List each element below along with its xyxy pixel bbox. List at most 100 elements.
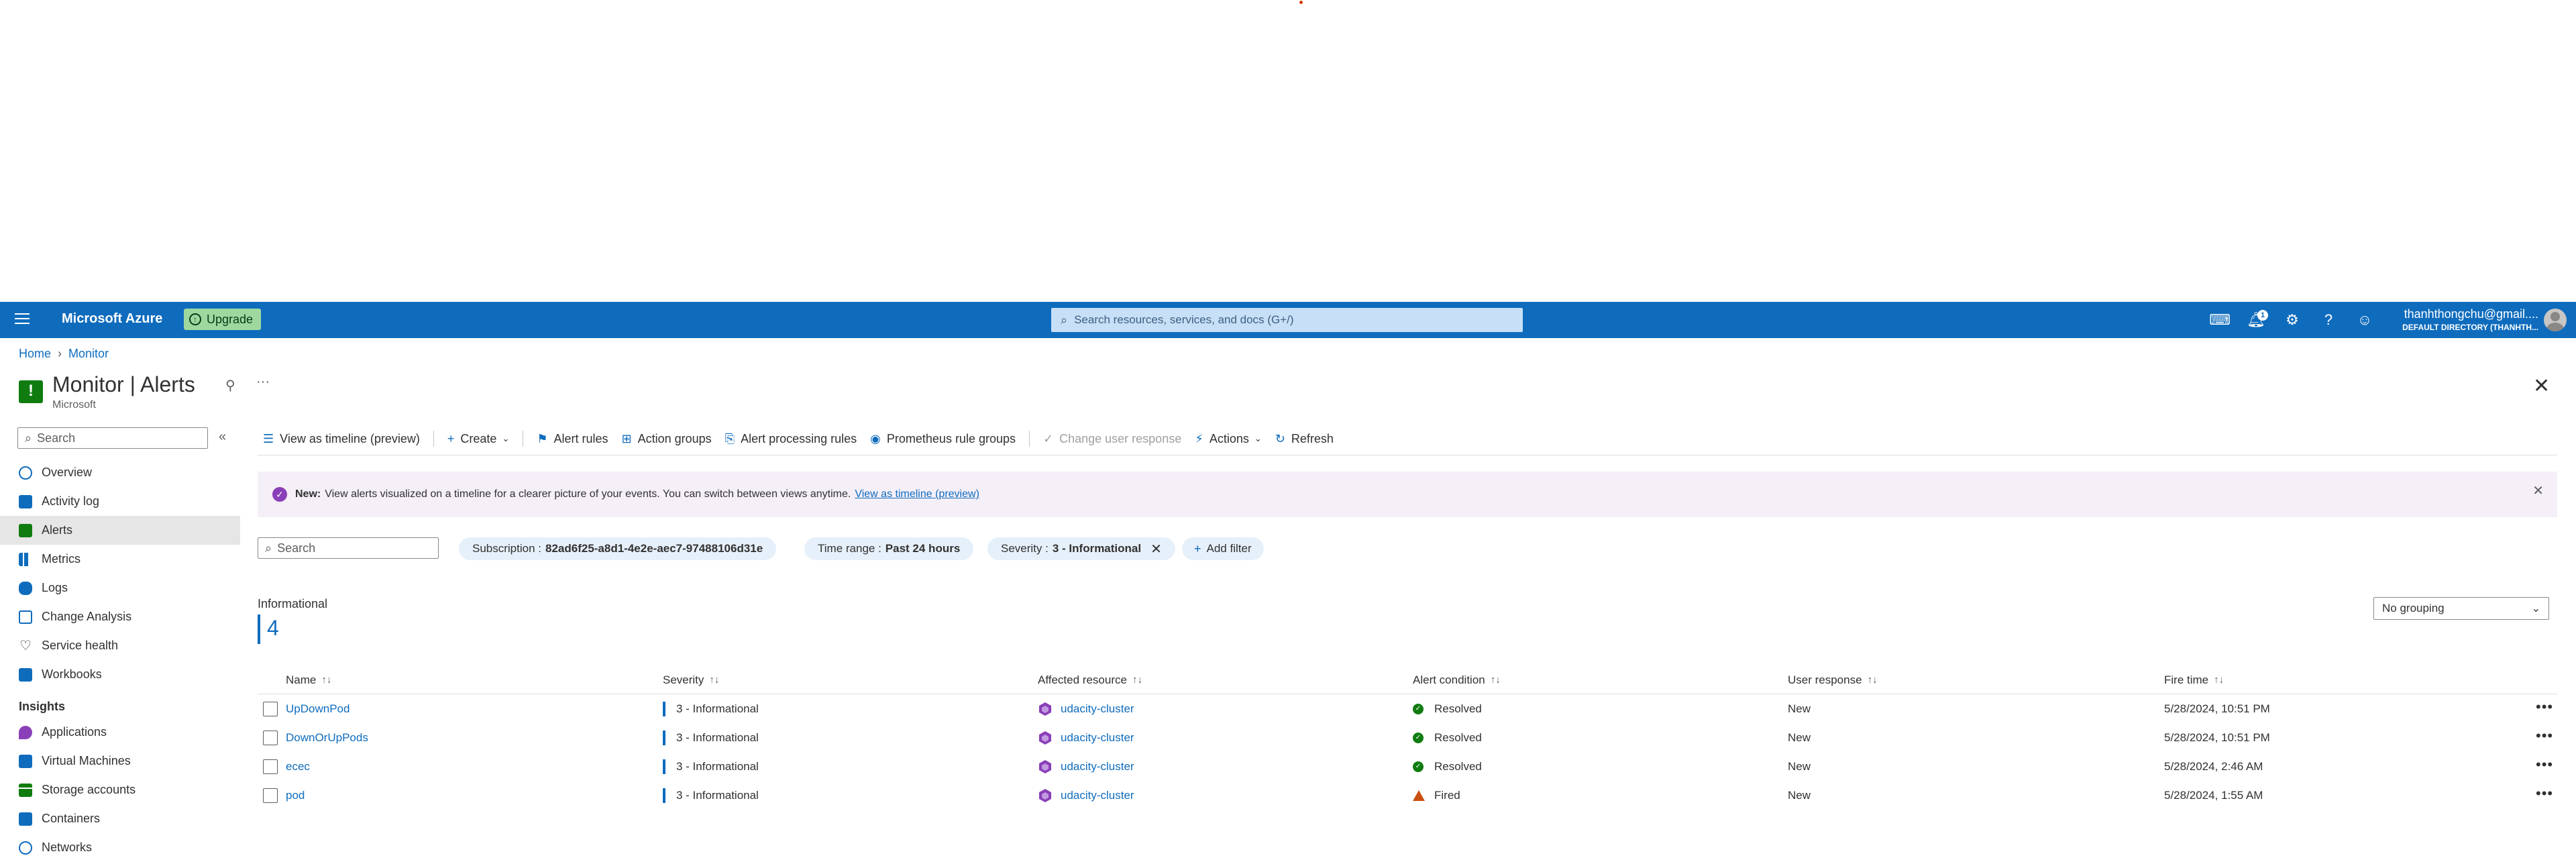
column-header-fire-time[interactable]: Fire time ↑↓ [2164, 665, 2224, 694]
column-header-label: Alert condition [1413, 673, 1485, 686]
column-header-severity[interactable]: Severity ↑↓ [663, 665, 719, 694]
sidebar-item-change-analysis[interactable]: Change Analysis [0, 602, 240, 631]
severity-cell: 3 - Informational [663, 694, 759, 723]
sidebar-item-metrics[interactable]: Metrics [0, 545, 240, 574]
create-label: Create [460, 431, 497, 445]
timeline-info-banner: ✓ New: View alerts visualized on a timel… [258, 472, 2557, 517]
affected-resource-cell[interactable]: udacity-cluster [1038, 694, 1134, 723]
affected-resource-cell[interactable]: udacity-cluster [1038, 781, 1134, 810]
breadcrumb-home[interactable]: Home [19, 347, 51, 361]
alert-condition-value: Resolved [1434, 702, 1482, 715]
row-checkbox[interactable] [263, 702, 278, 716]
pin-icon[interactable]: ⚲ [225, 377, 235, 394]
upgrade-button[interactable]: ↑ Upgrade [184, 309, 262, 330]
sidebar-item-label: Service health [42, 639, 119, 652]
prometheus-rule-groups-button[interactable]: ◉ Prometheus rule groups [870, 432, 1016, 446]
row-checkbox[interactable] [263, 759, 278, 774]
sidebar-item-activity-log[interactable]: Activity log [0, 487, 240, 516]
affected-resource-cell[interactable]: udacity-cluster [1038, 752, 1134, 781]
alerts-search-input[interactable]: ⌕ Search [258, 537, 439, 559]
insights-heading: Insights [19, 700, 66, 713]
affected-resource-link: udacity-cluster [1061, 759, 1134, 773]
column-header-name[interactable]: Name ↑↓ [286, 665, 331, 694]
create-button[interactable]: + Create ⌄ [447, 432, 509, 446]
table-row[interactable]: ecec 3 - Informational udacity-cluster ✓… [258, 752, 2557, 781]
grouping-dropdown[interactable]: No grouping ⌄ [2373, 597, 2549, 620]
sidebar-item-service-health[interactable]: ♡ Service health [0, 631, 240, 660]
alert-processing-rules-button[interactable]: ⎘ Alert processing rules [725, 432, 857, 446]
alert-name-link[interactable]: DownOrUpPods [286, 723, 368, 752]
processing-rules-label: Alert processing rules [741, 431, 857, 445]
affected-resource-cell[interactable]: udacity-cluster [1038, 723, 1134, 752]
notifications-icon[interactable]: 🔔︎ 1 [2238, 309, 2274, 331]
severity-cell: 3 - Informational [663, 781, 759, 810]
heart-icon: ♡ [19, 638, 32, 653]
view-timeline-button[interactable]: ☰ View as timeline (preview) [263, 432, 420, 446]
subscription-filter-pill[interactable]: Subscription : 82ad6f25-a8d1-4e2e-aec7-97… [459, 537, 777, 560]
sidebar-item-networks[interactable]: Networks [0, 833, 240, 862]
row-checkbox[interactable] [263, 788, 278, 803]
column-header-alert-condition[interactable]: Alert condition ↑↓ [1413, 665, 1501, 694]
feedback-icon[interactable]: ☺ [2347, 309, 2383, 331]
menu-icon[interactable] [15, 313, 30, 327]
column-header-affected-resource[interactable]: Affected resource ↑↓ [1038, 665, 1142, 694]
severity-value: 3 - Informational [676, 731, 759, 744]
sidebar-item-storage-accounts[interactable]: Storage accounts [0, 775, 240, 804]
alert-rules-button[interactable]: ⚑ Alert rules [537, 432, 608, 446]
avatar[interactable] [2544, 309, 2567, 331]
remove-filter-icon[interactable]: ✕ [1150, 541, 1162, 557]
row-checkbox[interactable] [263, 731, 278, 745]
account-menu[interactable]: thanhthongchu@gmail.... DEFAULT DIRECTOR… [2394, 307, 2538, 332]
refresh-button[interactable]: ↻ Refresh [1275, 432, 1334, 446]
cloud-shell-icon[interactable]: ⌨ [2202, 309, 2238, 331]
settings-gear-icon[interactable]: ⚙ [2274, 309, 2310, 331]
severity-filter-pill[interactable]: Severity :3 - Informational ✕ [987, 537, 1175, 560]
kubernetes-cluster-icon [1039, 788, 1051, 802]
prometheus-label: Prometheus rule groups [886, 431, 1016, 445]
sort-icon: ↑↓ [1867, 674, 1878, 686]
sidebar-item-label: Containers [42, 812, 101, 825]
change-user-response-button[interactable]: ✓ Change user response [1043, 432, 1181, 446]
row-more-icon[interactable]: ••• [2536, 756, 2553, 773]
alert-name-link[interactable]: UpDownPod [286, 694, 350, 723]
action-groups-button[interactable]: ⊞ Action groups [622, 432, 712, 446]
time-range-filter-pill[interactable]: Time range : Past 24 hours [804, 537, 974, 560]
alert-name-link[interactable]: ecec [286, 752, 310, 781]
sidebar-search-input[interactable]: ⌕ Search [17, 427, 208, 449]
row-more-icon[interactable]: ••• [2536, 727, 2553, 745]
actions-button[interactable]: ⚡︎ Actions ⌄ [1195, 432, 1262, 446]
sidebar-item-overview[interactable]: Overview [0, 458, 240, 487]
table-row[interactable]: DownOrUpPods 3 - Informational udacity-c… [258, 723, 2557, 752]
sidebar-item-containers[interactable]: Containers [0, 804, 240, 833]
more-options-icon[interactable]: ··· [256, 374, 270, 390]
sidebar-item-applications[interactable]: Applications [0, 718, 240, 747]
page-title: Monitor | Alerts [52, 372, 195, 396]
help-icon[interactable]: ? [2310, 309, 2347, 331]
banner-timeline-link[interactable]: View as timeline (preview) [855, 488, 979, 500]
vm-icon [19, 754, 32, 768]
severity-summary-count[interactable]: 4 [267, 616, 279, 641]
dismiss-banner-icon[interactable]: ✕ [2532, 482, 2544, 499]
alerts-search-placeholder: Search [277, 541, 316, 555]
sidebar-item-alerts[interactable]: Alerts [0, 516, 240, 545]
sidebar-item-workbooks[interactable]: Workbooks [0, 660, 240, 689]
row-more-icon[interactable]: ••• [2536, 698, 2553, 716]
alert-rules-icon: ⚑ [537, 431, 548, 445]
alerts-icon [19, 523, 32, 537]
applications-icon [19, 725, 32, 739]
brand-label[interactable]: Microsoft Azure [62, 311, 162, 327]
add-filter-button[interactable]: + Add filter [1182, 537, 1264, 560]
breadcrumb-monitor[interactable]: Monitor [68, 347, 109, 361]
column-header-user-response[interactable]: User response ↑↓ [1788, 665, 1878, 694]
sidebar-item-logs[interactable]: Logs [0, 574, 240, 602]
global-search-input[interactable]: ⌕ Search resources, services, and docs (… [1051, 308, 1523, 332]
table-row[interactable]: pod 3 - Informational udacity-cluster Fi… [258, 781, 2557, 810]
severity-value: 3 - Informational [676, 788, 759, 802]
close-icon[interactable]: ✕ [2533, 374, 2550, 398]
row-more-icon[interactable]: ••• [2536, 785, 2553, 802]
account-directory: DEFAULT DIRECTORY (THANHTH... [2402, 323, 2538, 332]
table-row[interactable]: UpDownPod 3 - Informational udacity-clus… [258, 694, 2557, 723]
collapse-sidebar-icon[interactable]: « [219, 429, 226, 445]
sidebar-item-virtual-machines[interactable]: Virtual Machines [0, 747, 240, 775]
alert-name-link[interactable]: pod [286, 781, 305, 810]
